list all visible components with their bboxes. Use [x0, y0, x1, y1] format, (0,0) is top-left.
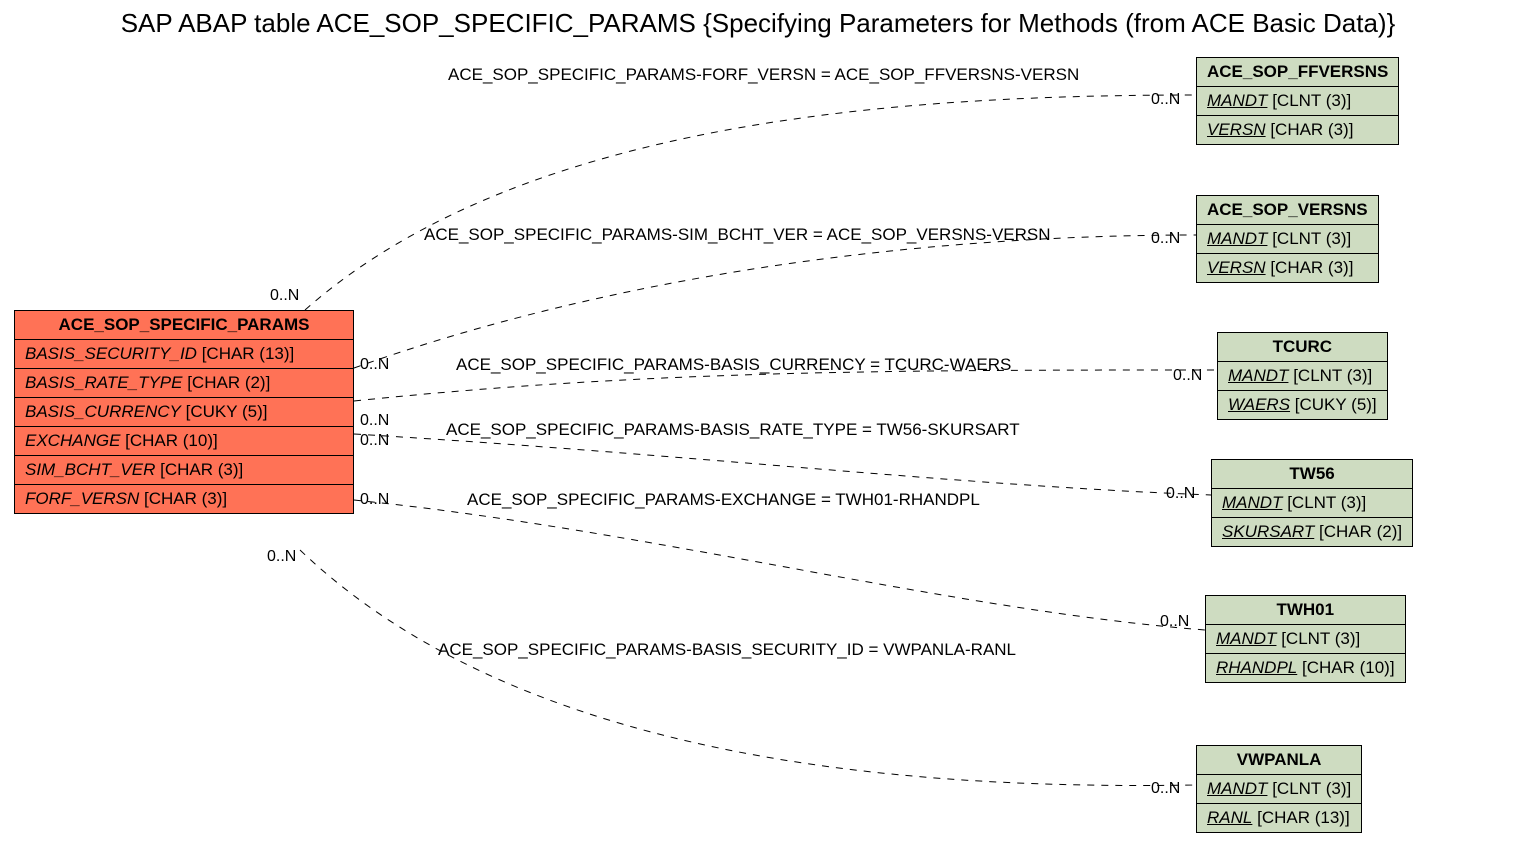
relation-label: ACE_SOP_SPECIFIC_PARAMS-SIM_BCHT_VER = A…	[424, 225, 1051, 245]
table-row: MANDT [CLNT (3)]	[1218, 362, 1387, 391]
relation-label: ACE_SOP_SPECIFIC_PARAMS-EXCHANGE = TWH01…	[467, 490, 980, 510]
table-row: MANDT [CLNT (3)]	[1212, 489, 1412, 518]
main-table-header: ACE_SOP_SPECIFIC_PARAMS	[15, 311, 353, 340]
cardinality-label: 0..N	[360, 356, 389, 374]
cardinality-label: 0..N	[270, 287, 299, 305]
ref-table-tcurc: TCURC MANDT [CLNT (3)] WAERS [CUKY (5)]	[1217, 332, 1388, 420]
table-row: MANDT [CLNT (3)]	[1197, 87, 1398, 116]
ref-table-header: TWH01	[1206, 596, 1405, 625]
ref-table-header: ACE_SOP_FFVERSNS	[1197, 58, 1398, 87]
ref-table-header: TW56	[1212, 460, 1412, 489]
ref-table-tw56: TW56 MANDT [CLNT (3)] SKURSART [CHAR (2)…	[1211, 459, 1413, 547]
cardinality-label: 0..N	[360, 432, 389, 450]
ref-table-header: VWPANLA	[1197, 746, 1361, 775]
ref-table-header: ACE_SOP_VERSNS	[1197, 196, 1378, 225]
table-row: BASIS_CURRENCY [CUKY (5)]	[15, 398, 353, 427]
table-row: VERSN [CHAR (3)]	[1197, 116, 1398, 144]
ref-table-ffversns: ACE_SOP_FFVERSNS MANDT [CLNT (3)] VERSN …	[1196, 57, 1399, 145]
table-row: VERSN [CHAR (3)]	[1197, 254, 1378, 282]
main-table: ACE_SOP_SPECIFIC_PARAMS BASIS_SECURITY_I…	[14, 310, 354, 514]
table-row: MANDT [CLNT (3)]	[1197, 775, 1361, 804]
ref-table-header: TCURC	[1218, 333, 1387, 362]
table-row: WAERS [CUKY (5)]	[1218, 391, 1387, 419]
relation-label: ACE_SOP_SPECIFIC_PARAMS-BASIS_SECURITY_I…	[438, 640, 1016, 660]
table-row: SIM_BCHT_VER [CHAR (3)]	[15, 456, 353, 485]
cardinality-label: 0..N	[1160, 613, 1189, 631]
cardinality-label: 0..N	[1166, 485, 1195, 503]
cardinality-label: 0..N	[1151, 780, 1180, 798]
ref-table-vwpanla: VWPANLA MANDT [CLNT (3)] RANL [CHAR (13)…	[1196, 745, 1362, 833]
ref-table-twh01: TWH01 MANDT [CLNT (3)] RHANDPL [CHAR (10…	[1205, 595, 1406, 683]
diagram-title: SAP ABAP table ACE_SOP_SPECIFIC_PARAMS {…	[0, 8, 1516, 39]
table-row: BASIS_SECURITY_ID [CHAR (13)]	[15, 340, 353, 369]
relation-label: ACE_SOP_SPECIFIC_PARAMS-FORF_VERSN = ACE…	[448, 65, 1079, 85]
cardinality-label: 0..N	[1173, 367, 1202, 385]
relation-label: ACE_SOP_SPECIFIC_PARAMS-BASIS_CURRENCY =…	[456, 355, 1011, 375]
cardinality-label: 0..N	[360, 412, 389, 430]
table-row: FORF_VERSN [CHAR (3)]	[15, 485, 353, 513]
ref-table-versns: ACE_SOP_VERSNS MANDT [CLNT (3)] VERSN [C…	[1196, 195, 1379, 283]
table-row: RANL [CHAR (13)]	[1197, 804, 1361, 832]
table-row: MANDT [CLNT (3)]	[1206, 625, 1405, 654]
table-row: RHANDPL [CHAR (10)]	[1206, 654, 1405, 682]
table-row: BASIS_RATE_TYPE [CHAR (2)]	[15, 369, 353, 398]
cardinality-label: 0..N	[1151, 230, 1180, 248]
table-row: SKURSART [CHAR (2)]	[1212, 518, 1412, 546]
cardinality-label: 0..N	[1151, 91, 1180, 109]
relation-label: ACE_SOP_SPECIFIC_PARAMS-BASIS_RATE_TYPE …	[446, 420, 1020, 440]
cardinality-label: 0..N	[267, 548, 296, 566]
table-row: EXCHANGE [CHAR (10)]	[15, 427, 353, 456]
table-row: MANDT [CLNT (3)]	[1197, 225, 1378, 254]
cardinality-label: 0..N	[360, 491, 389, 509]
